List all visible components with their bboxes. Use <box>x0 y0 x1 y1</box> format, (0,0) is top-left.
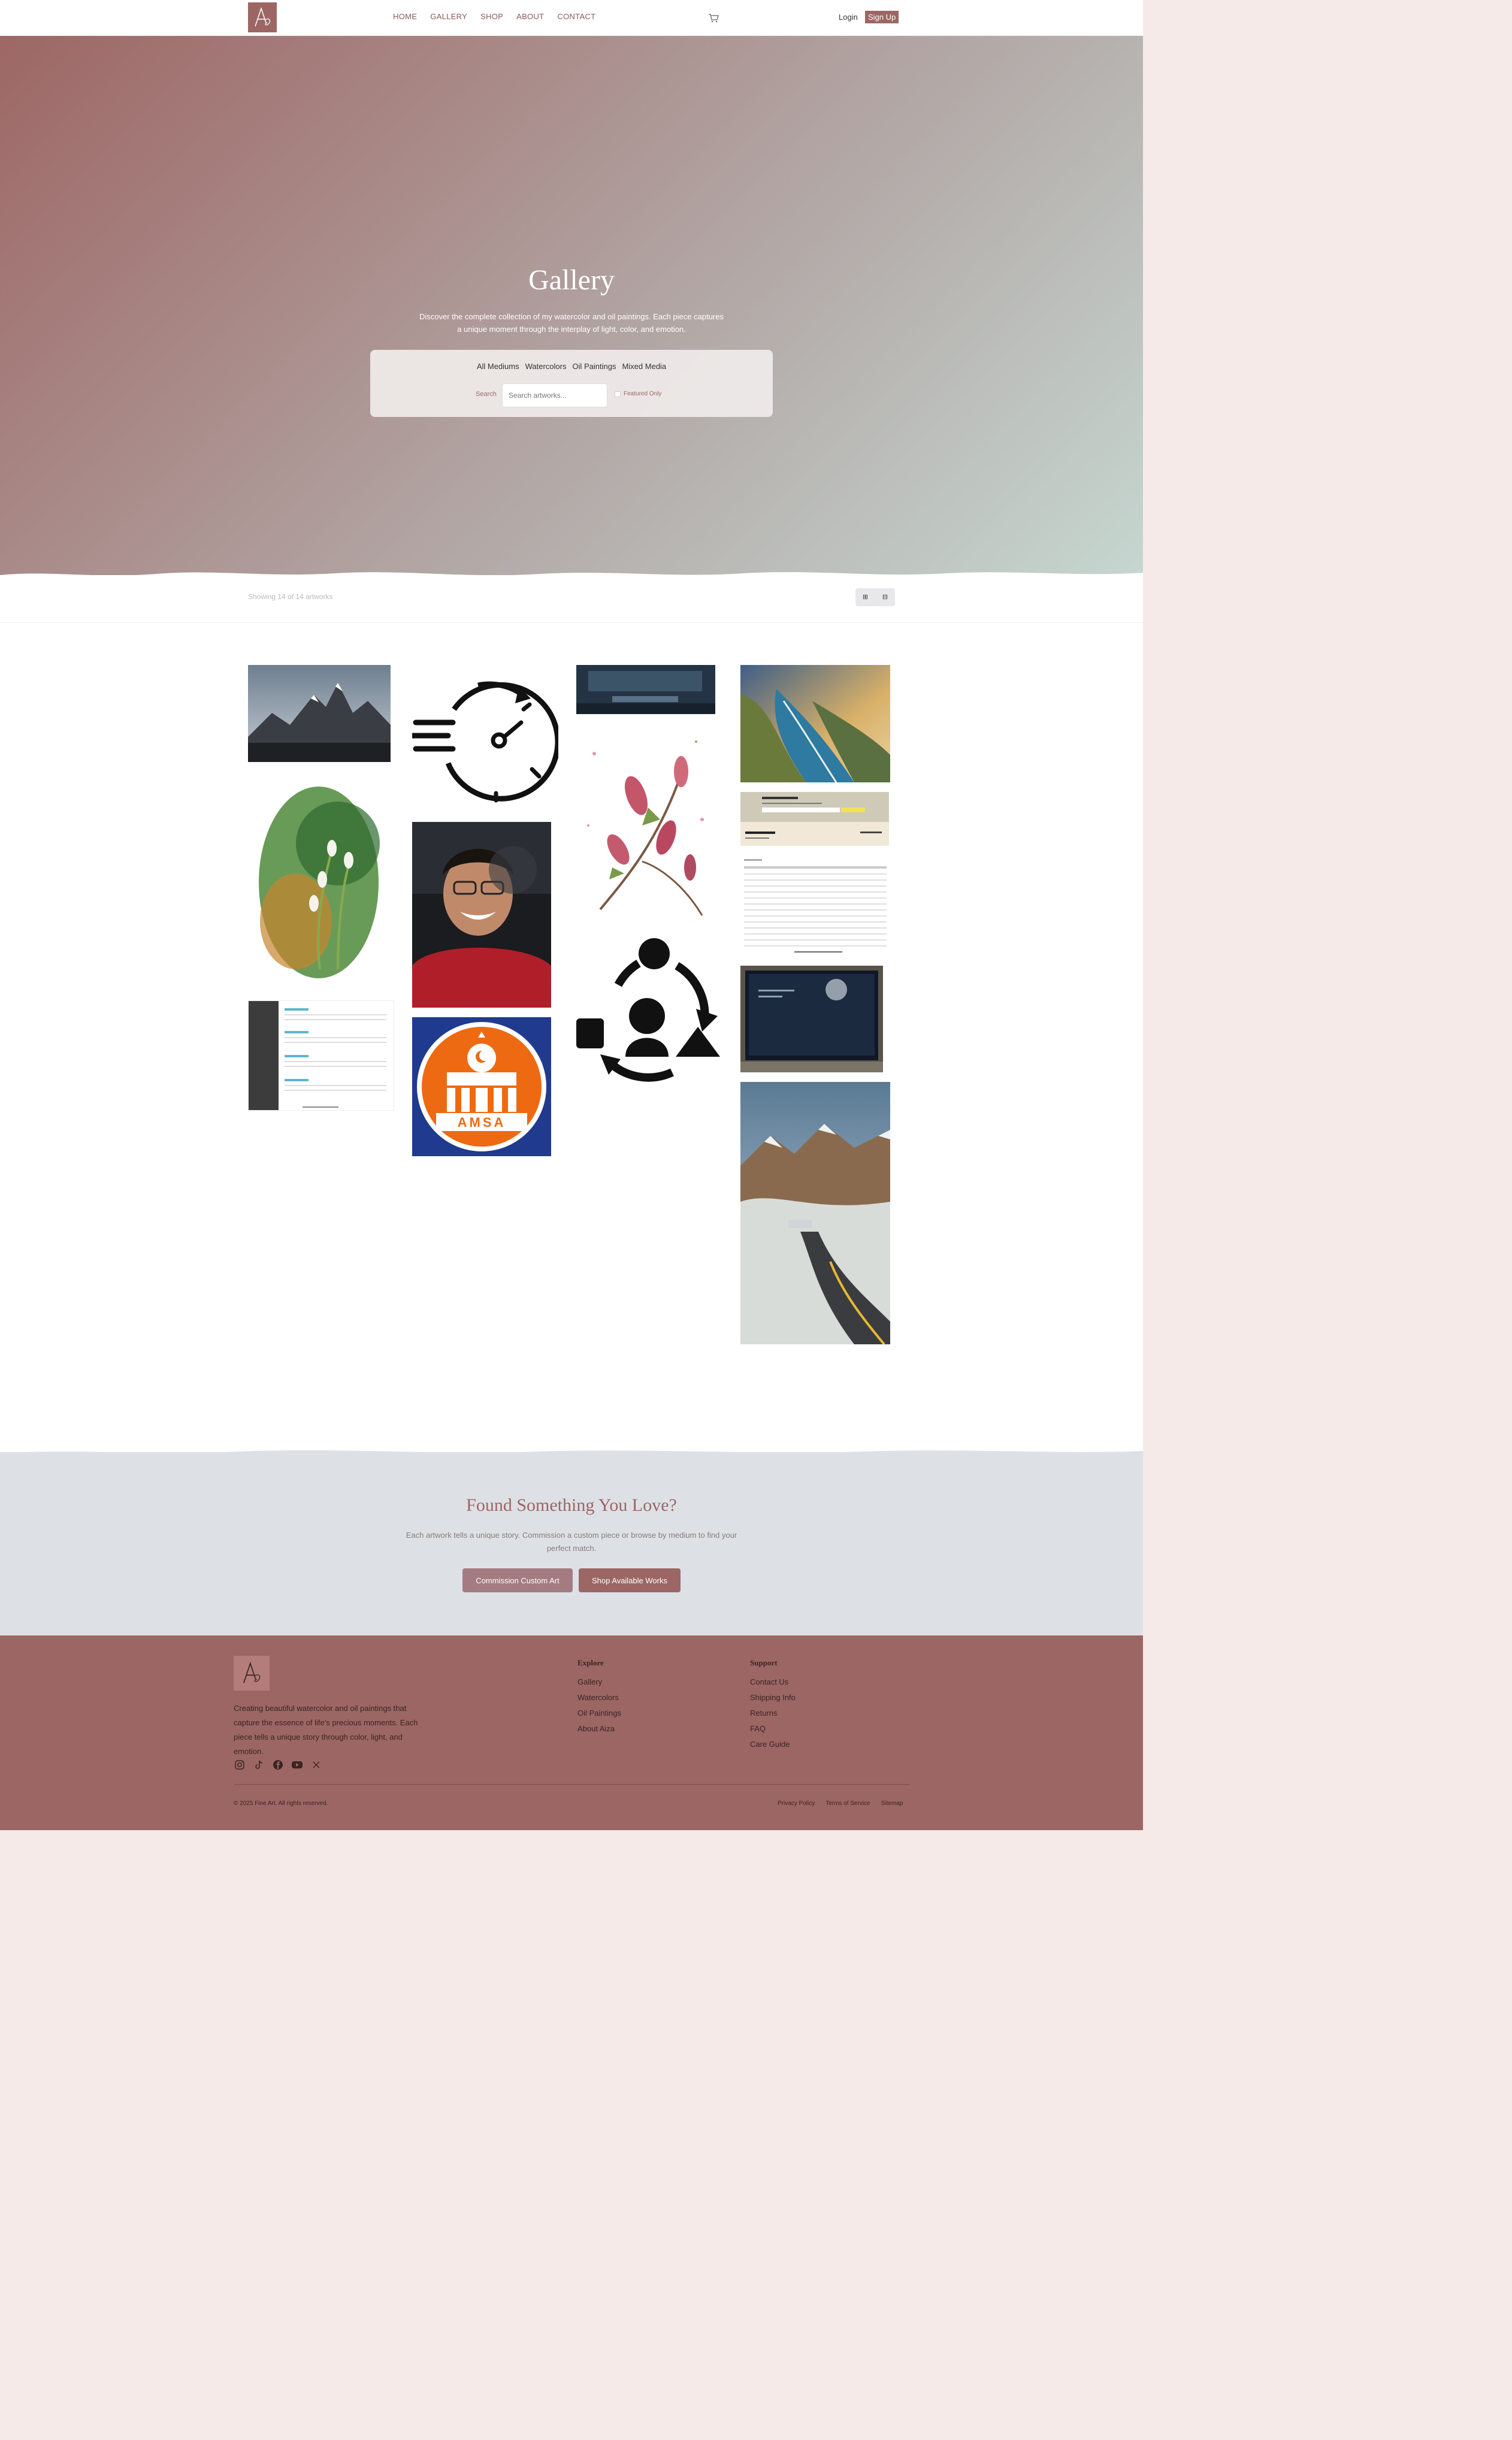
featured-checkbox[interactable] <box>615 391 621 397</box>
sitemap-link[interactable]: Sitemap <box>881 1800 903 1807</box>
artwork-snowdrops-watercolor[interactable] <box>248 778 391 985</box>
artwork-image <box>259 787 380 978</box>
login-link[interactable]: Login <box>839 13 858 22</box>
artwork-image <box>740 1082 890 1344</box>
twitter-x-icon[interactable] <box>310 1759 322 1771</box>
site-logo[interactable] <box>248 2 277 32</box>
footer-link-faq[interactable]: FAQ <box>750 1724 796 1733</box>
filter-all-mediums[interactable]: All Mediums <box>477 362 519 371</box>
amsa-text: AMSA <box>458 1115 506 1130</box>
footer-divider <box>234 1784 909 1785</box>
masonry-view-icon[interactable]: ⊟ <box>882 594 889 601</box>
footer-explore-column: Explore Gallery Watercolors Oil Painting… <box>577 1658 621 1740</box>
cart-icon[interactable] <box>707 11 720 25</box>
footer-link-care-guide[interactable]: Care Guide <box>750 1740 796 1749</box>
nav-contact[interactable]: CONTACT <box>557 12 595 21</box>
top-nav: HOME GALLERY SHOP ABOUT CONTACT Login Si… <box>0 0 1143 36</box>
footer-link-returns[interactable]: Returns <box>750 1709 796 1718</box>
footer-description: Creating beautiful watercolor and oil pa… <box>234 1704 418 1756</box>
view-toggle: ⊞ ⊟ <box>855 588 895 606</box>
footer-legal-links: Privacy Policy Terms of Service Sitemap <box>778 1800 903 1807</box>
artwork-coastal-landscape[interactable] <box>740 665 890 782</box>
search-input[interactable] <box>502 383 607 407</box>
terms-link[interactable]: Terms of Service <box>825 1800 870 1807</box>
cta-section: Found Something You Love? Each artwork t… <box>0 1452 1143 1637</box>
footer: Creating beautiful watercolor and oil pa… <box>0 1635 1143 1830</box>
nav-links: HOME GALLERY SHOP ABOUT CONTACT <box>393 12 595 21</box>
tiktok-icon[interactable] <box>253 1759 265 1771</box>
community-cycle-icon <box>576 938 720 1082</box>
nav-shop[interactable]: SHOP <box>480 12 503 21</box>
artwork-image <box>576 665 715 714</box>
privacy-link[interactable]: Privacy Policy <box>778 1800 815 1807</box>
footer-link-oil-paintings[interactable]: Oil Paintings <box>577 1709 621 1718</box>
filter-panel: All Mediums Watercolors Oil Paintings Mi… <box>370 350 773 417</box>
artwork-image <box>740 792 889 839</box>
artwork-dashboard-screenshot[interactable] <box>248 1000 394 1111</box>
instagram-icon[interactable] <box>234 1759 246 1771</box>
nav-gallery[interactable]: GALLERY <box>430 12 467 21</box>
artwork-image <box>587 740 704 916</box>
footer-link-shipping[interactable]: Shipping Info <box>750 1693 796 1702</box>
results-bar: Showing 14 of 14 artworks ⊞ ⊟ <box>0 575 1143 623</box>
artwork-image <box>412 822 551 1008</box>
signup-button[interactable]: Sign Up <box>865 11 899 23</box>
featured-only-toggle[interactable]: Featured Only <box>615 391 661 397</box>
commission-button[interactable]: Commission Custom Art <box>462 1568 573 1592</box>
nav-home[interactable]: HOME <box>393 12 417 21</box>
cta-subtitle: Each artwork tells a unique story. Commi… <box>406 1531 737 1553</box>
results-count: Showing 14 of 14 artworks <box>248 592 333 601</box>
footer-link-contact[interactable]: Contact Us <box>750 1677 796 1686</box>
artwork-magnolia-watercolor[interactable] <box>576 718 715 927</box>
artwork-amsa-logo[interactable]: AMSA <box>412 1017 551 1156</box>
artwork-timer-icon[interactable] <box>412 673 558 805</box>
logo-monogram-icon <box>255 7 271 27</box>
logo-monogram-icon <box>243 1661 261 1683</box>
stopwatch-icon <box>412 681 558 803</box>
page: HOME GALLERY SHOP ABOUT CONTACT Login Si… <box>0 0 1143 1830</box>
artwork-image <box>249 1001 386 1110</box>
social-links <box>234 1759 322 1771</box>
footer-support-column: Support Contact Us Shipping Info Returns… <box>750 1658 796 1755</box>
footer-link-about[interactable]: About Aiza <box>577 1724 621 1733</box>
amsa-logo-icon: AMSA <box>417 1022 546 1151</box>
footer-support-title: Support <box>750 1658 778 1667</box>
page-title: Gallery <box>528 264 615 296</box>
shop-works-button[interactable]: Shop Available Works <box>579 1568 681 1592</box>
search-label: Search <box>476 391 497 398</box>
artwork-image <box>740 966 883 1072</box>
hero-section: Gallery Discover the complete collection… <box>0 36 1143 575</box>
artwork-portrait-photo[interactable] <box>412 822 551 1008</box>
artwork-mountain-peaks[interactable] <box>248 665 391 762</box>
footer-explore-title: Explore <box>577 1658 604 1667</box>
featured-label: Featured Only <box>624 391 662 397</box>
facebook-icon[interactable] <box>272 1759 284 1771</box>
artwork-dark-room[interactable] <box>576 665 715 714</box>
medium-filter-tabs: All Mediums Watercolors Oil Paintings Mi… <box>370 362 773 371</box>
footer-link-watercolors[interactable]: Watercolors <box>577 1693 621 1702</box>
artwork-community-icon[interactable] <box>576 937 720 1084</box>
artwork-table-screenshot[interactable] <box>740 855 890 956</box>
cta-title: Found Something You Love? <box>466 1495 677 1515</box>
hero-subtitle: Discover the complete collection of my w… <box>419 312 724 334</box>
artwork-image <box>744 859 887 953</box>
filter-mixed-media[interactable]: Mixed Media <box>622 362 666 371</box>
grid-view-icon[interactable]: ⊞ <box>862 594 869 601</box>
youtube-icon[interactable] <box>291 1759 303 1771</box>
artwork-image <box>248 665 391 762</box>
filter-oil-paintings[interactable]: Oil Paintings <box>572 362 616 371</box>
copyright: © 2025 Fine Art. All rights reserved. <box>234 1800 328 1807</box>
footer-link-gallery[interactable]: Gallery <box>577 1677 621 1686</box>
artwork-newsletter-screenshot[interactable] <box>740 792 889 846</box>
filter-watercolors[interactable]: Watercolors <box>525 362 567 371</box>
artwork-laptop-photo[interactable] <box>740 966 883 1072</box>
footer-logo[interactable] <box>234 1656 270 1691</box>
nav-about[interactable]: ABOUT <box>516 12 544 21</box>
artwork-image <box>740 665 890 782</box>
artwork-mountain-road[interactable] <box>740 1082 890 1344</box>
